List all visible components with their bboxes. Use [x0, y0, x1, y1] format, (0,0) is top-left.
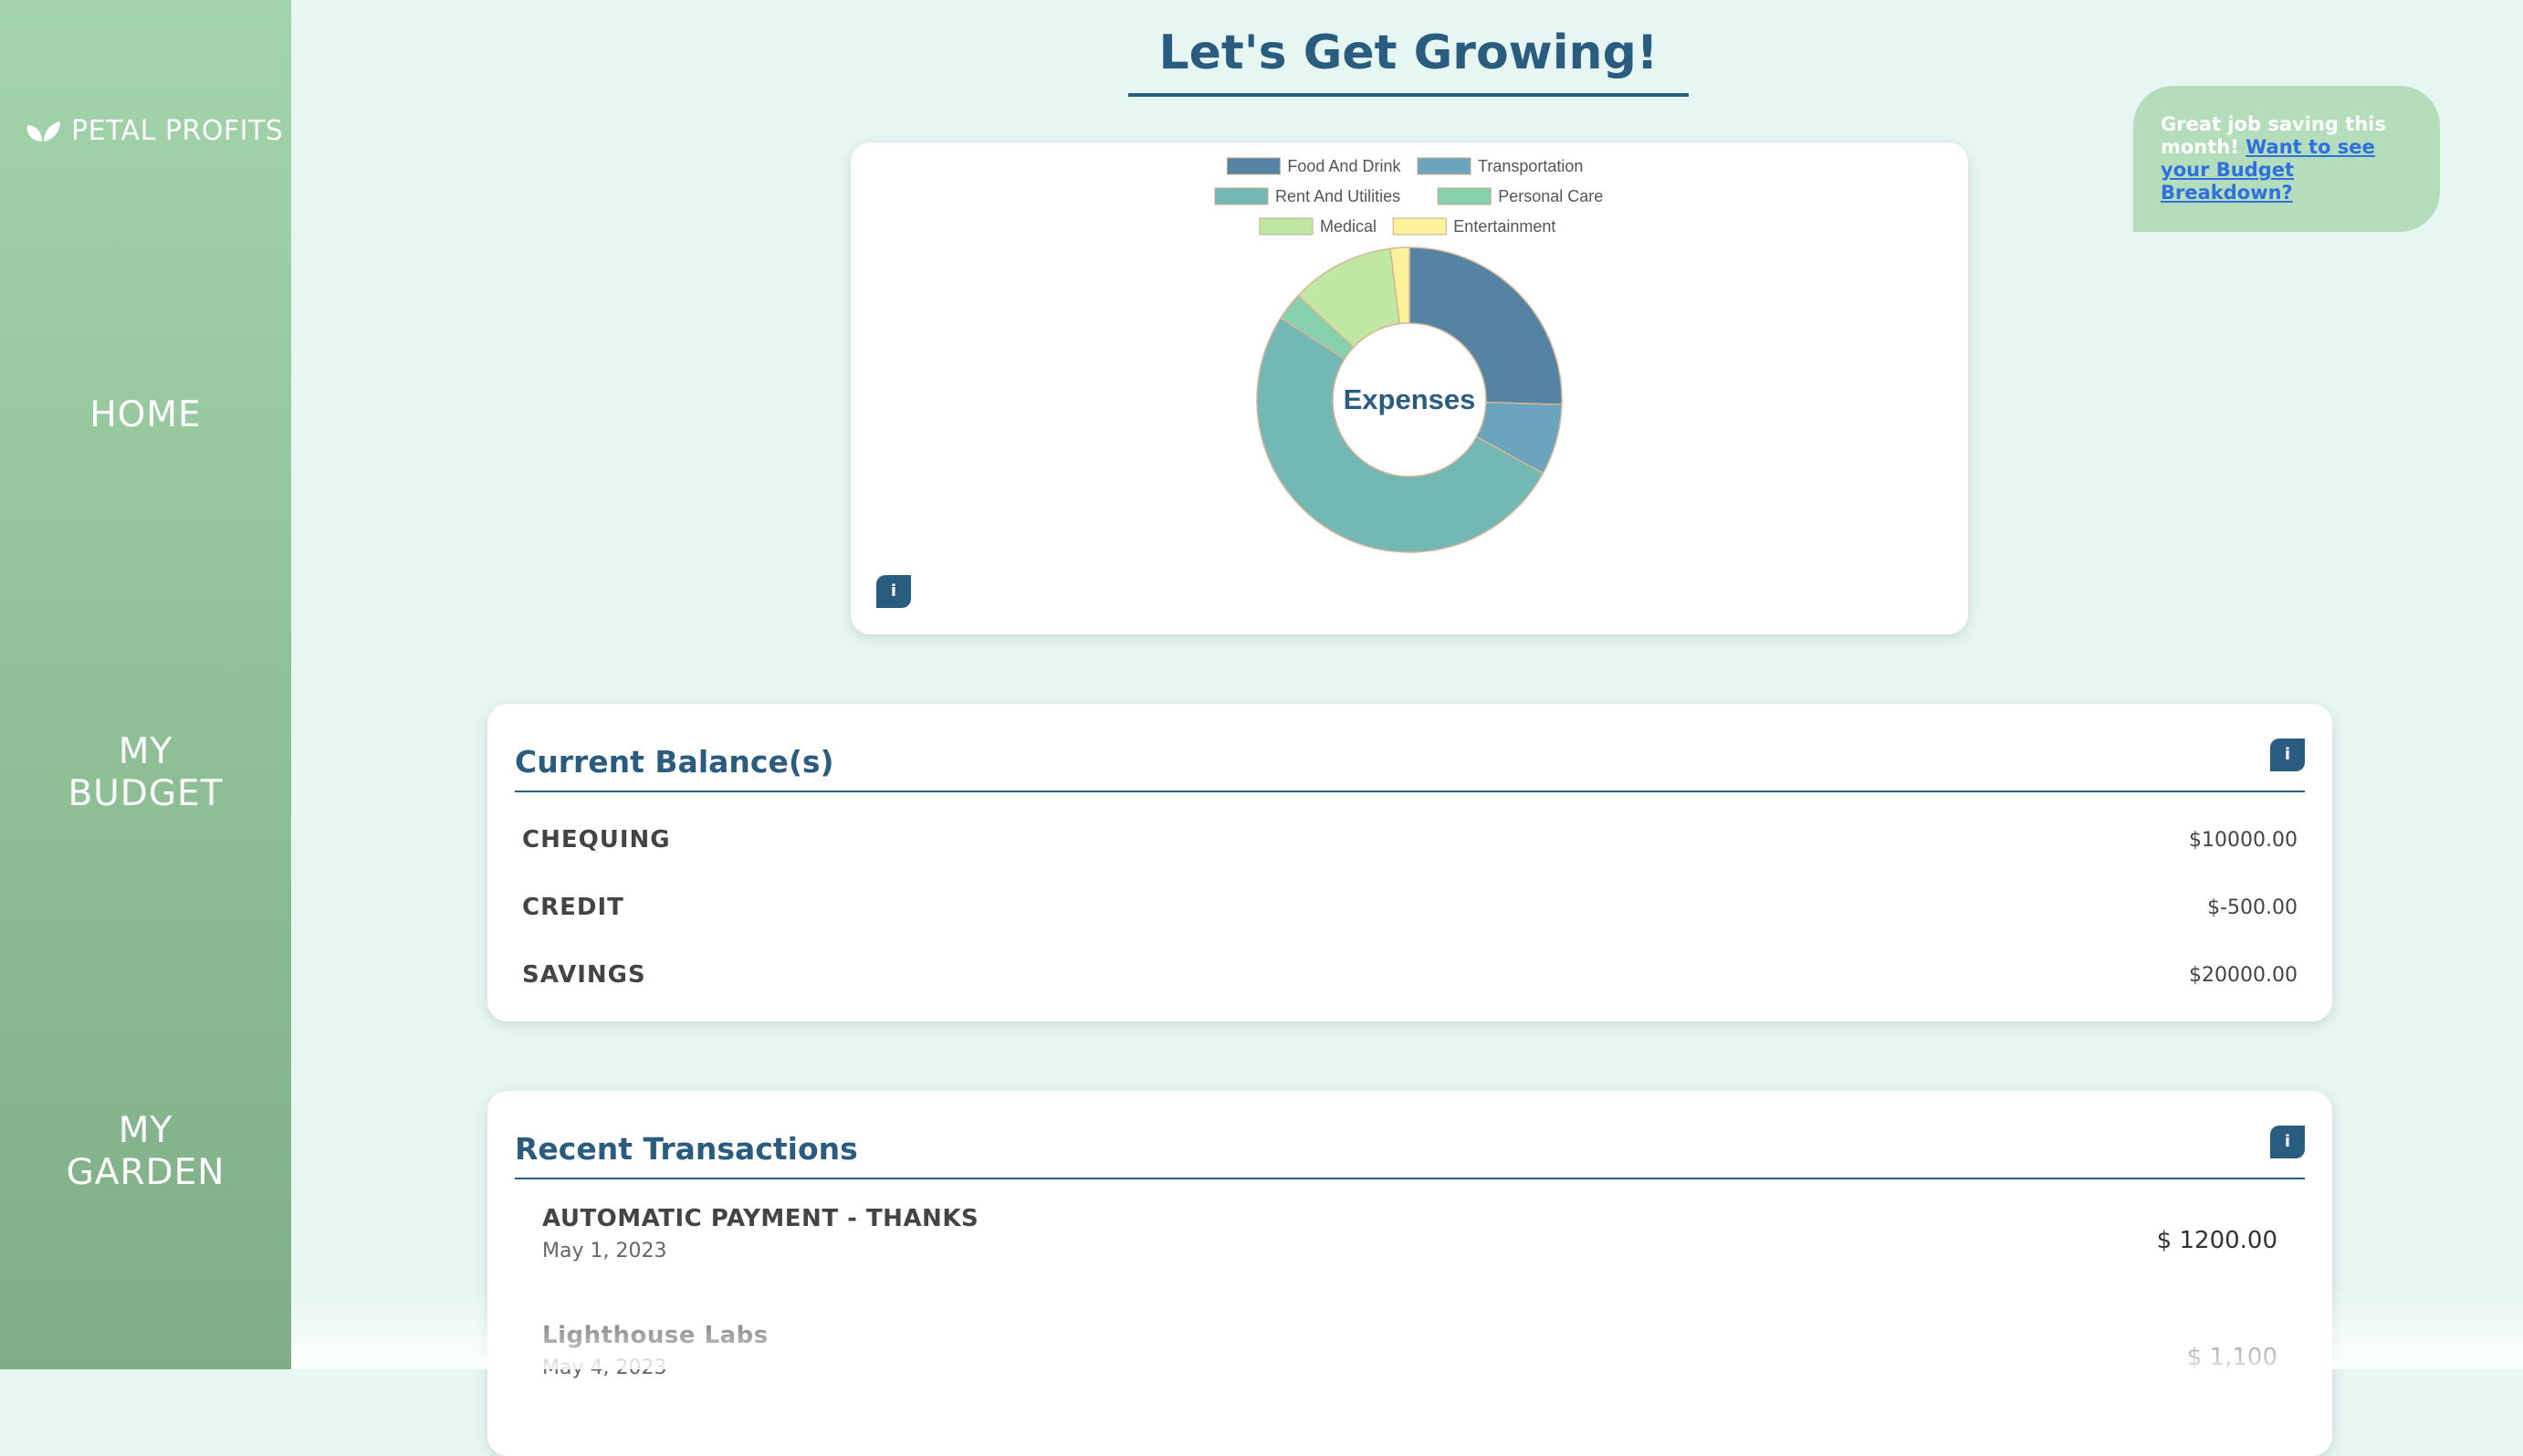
nav-my-garden-label-2: GARDEN	[66, 1152, 225, 1193]
expenses-donut-chart: Food And Drink Transportation Rent And Uti…	[1214, 157, 1603, 553]
nav-my-budget-label-2: BUDGET	[68, 773, 224, 814]
expenses-chart-card: Food And Drink Transportation Rent And Uti…	[851, 142, 1968, 634]
legend-label: Rent And Utilities	[1275, 187, 1400, 205]
legend-label: Entertainment	[1453, 217, 1555, 236]
transactions-divider	[515, 1178, 2305, 1179]
nav-my-garden[interactable]: MY GARDEN	[0, 1110, 291, 1194]
nav-my-budget[interactable]: MY BUDGET	[0, 731, 291, 815]
chart-info-button[interactable]: i	[876, 575, 911, 608]
sidebar: PETAL PROFITS HOME MY BUDGET MY GARDEN	[0, 0, 291, 1369]
balance-amount: $10000.00	[2189, 828, 2298, 852]
legend-swatch	[1437, 187, 1492, 205]
legend-swatch	[1214, 187, 1269, 205]
legend-label: Personal Care	[1498, 187, 1603, 205]
transaction-row[interactable]: Lighthouse Labs May 4, 2023 $ 1,100	[542, 1322, 2277, 1379]
brand-logo[interactable]: PETAL PROFITS	[24, 115, 283, 147]
legend-swatch	[1392, 217, 1447, 236]
legend-label: Transportation	[1478, 157, 1583, 175]
tip-bubble: Great job saving this month! Want to see…	[2133, 86, 2440, 232]
legend-label: Medical	[1320, 217, 1377, 236]
balances-title: Current Balance(s)	[515, 744, 834, 780]
nav-my-garden-label-1: MY	[118, 1110, 173, 1151]
balances-info-button[interactable]: i	[2270, 738, 2305, 771]
transaction-description: Lighthouse Labs	[542, 1322, 769, 1349]
transactions-info-button[interactable]: i	[2270, 1126, 2305, 1158]
pie-slice	[1408, 246, 1563, 406]
transaction-amount: $ 1,100	[2186, 1344, 2277, 1371]
nav-my-budget-label-1: MY	[118, 731, 173, 772]
balance-name: SAVINGS	[522, 961, 646, 989]
transaction-amount: $ 1200.00	[2156, 1227, 2277, 1254]
brand-name: PETAL PROFITS	[71, 115, 284, 147]
legend-swatch	[1259, 217, 1314, 236]
legend-label: Food And Drink	[1287, 157, 1401, 175]
nav-home-label: HOME	[89, 394, 202, 435]
transaction-description: AUTOMATIC PAYMENT - THANKS	[542, 1205, 979, 1232]
legend-swatch	[1417, 157, 1471, 175]
balance-row: CREDIT $-500.00	[522, 894, 2298, 921]
balances-divider	[515, 791, 2305, 792]
chart-center-title: Expenses	[1344, 383, 1476, 415]
transaction-date: May 4, 2023	[542, 1356, 667, 1379]
current-balances-card: Current Balance(s) i CHEQUING $10000.00 …	[487, 704, 2332, 1021]
page-title: Let's Get Growing!	[1128, 26, 1689, 97]
balance-name: CREDIT	[522, 894, 624, 921]
balance-row: CHEQUING $10000.00	[522, 826, 2298, 854]
balance-amount: $20000.00	[2189, 963, 2298, 987]
legend-swatch	[1226, 157, 1281, 175]
balance-amount: $-500.00	[2207, 896, 2298, 919]
transaction-date: May 1, 2023	[542, 1240, 667, 1262]
balance-row: SAVINGS $20000.00	[522, 961, 2298, 989]
balance-name: CHEQUING	[522, 826, 671, 854]
recent-transactions-card: Recent Transactions i AUTOMATIC PAYMENT …	[487, 1091, 2332, 1456]
transactions-title: Recent Transactions	[515, 1131, 858, 1167]
transaction-row[interactable]: AUTOMATIC PAYMENT - THANKS May 1, 2023 $…	[542, 1205, 2277, 1262]
nav-home[interactable]: HOME	[0, 394, 291, 436]
leaf-icon	[26, 120, 60, 141]
